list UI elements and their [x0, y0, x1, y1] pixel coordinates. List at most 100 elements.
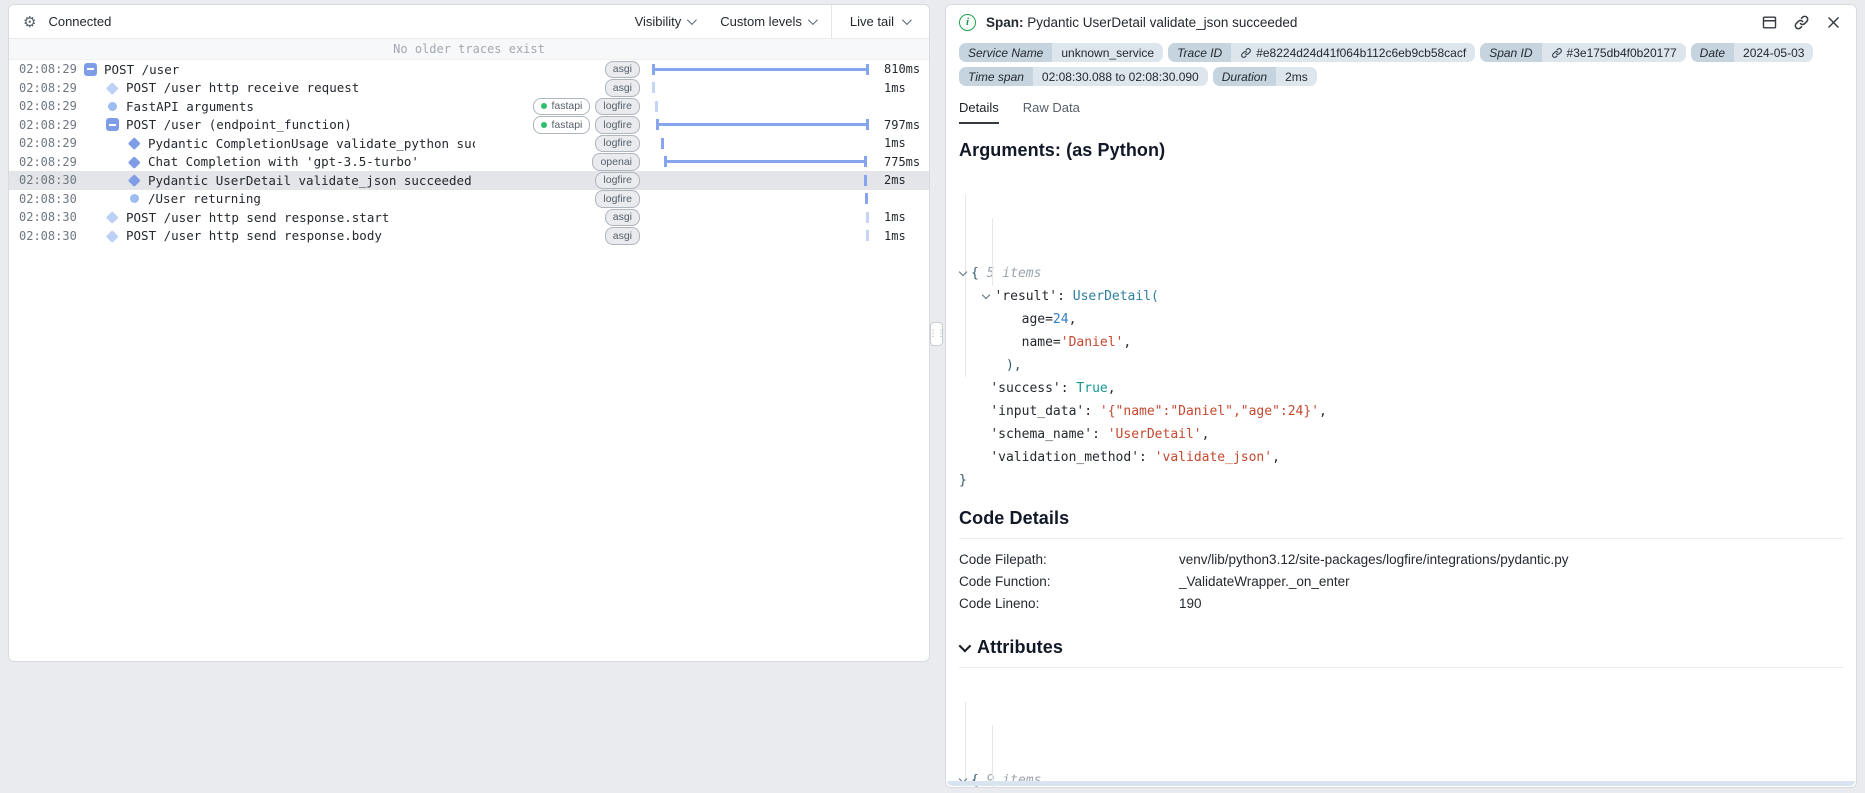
scope-badge: logfire [595, 171, 640, 189]
metadata-chip[interactable]: Time span 02:08:30.088 to 02:08:30.090 [959, 67, 1208, 86]
trace-timestamp: 02:08:29 [19, 136, 77, 151]
attributes-code-block: { 9 items "result": { 2 items "age": 24 … [958, 677, 1843, 787]
code-token: 5 items [986, 266, 1042, 281]
code-detail-row: Code Filepath: venv/lib/python3.12/site-p… [959, 549, 1843, 571]
diamond-glyph [127, 174, 141, 187]
custom-levels-dropdown[interactable]: Custom levels [720, 14, 818, 29]
duration-bar-track [647, 227, 875, 246]
metadata-chip[interactable]: Service Name unknown_service [959, 43, 1164, 62]
span-title-text: Pydantic UserDetail validate_json succee… [1027, 14, 1298, 30]
copy-link-icon[interactable] [1793, 14, 1810, 31]
code-details-table: Code Filepath: venv/lib/python3.12/site-p… [959, 549, 1843, 615]
collapse-chevron-icon[interactable] [982, 290, 991, 300]
scope-badge: asgi [604, 79, 640, 97]
code-token: , [1272, 450, 1280, 465]
trace-label: Pydantic UserDetail validate_json succee… [148, 172, 472, 188]
code-detail-label: Code Lineno: [959, 596, 1040, 611]
trace-row[interactable]: 02:08:30 POST /user http send response.st… [9, 208, 929, 227]
live-tail-dropdown[interactable]: Live tail [830, 5, 929, 39]
settings-gear-icon[interactable]: ⚙ [23, 13, 36, 31]
close-icon[interactable] [1825, 14, 1842, 31]
code-token: 'UserDetail' [1107, 427, 1202, 442]
trace-row[interactable]: 02:08:29 FastAPI arguments fastapi logfire [9, 97, 929, 116]
code-details-heading: Code Details [959, 508, 1070, 528]
trace-row[interactable]: 02:08:29 Pydantic CompletionUsage validat… [9, 134, 929, 153]
detail-tabs: Details Raw Data [959, 100, 1843, 124]
trace-row[interactable]: 02:08:29 POST /user asgi 810ms [9, 60, 929, 79]
trace-row[interactable]: 02:08:30 Pydantic UserDetail validate_jso… [9, 171, 929, 190]
duration-bar [656, 119, 870, 131]
code-token: , [1319, 404, 1327, 419]
code-token: : [1092, 427, 1108, 442]
code-token: age= [959, 312, 1053, 327]
metadata-chip[interactable]: Duration 2ms [1212, 67, 1317, 86]
trace-tree-cell: POST /user http receive request [77, 80, 475, 95]
metadata-chip[interactable]: Date 2024-05-03 [1690, 43, 1814, 62]
scope-badge: openai [592, 153, 640, 171]
collapse-toggle-icon[interactable] [83, 62, 97, 76]
chip-label: Span ID [1480, 43, 1542, 62]
code-token: 'Daniel' [1060, 335, 1124, 350]
attributes-heading: Attributes [977, 637, 1063, 657]
duration-bar [865, 230, 869, 242]
trace-row[interactable]: 02:08:29 Chat Completion with 'gpt-3.5-tu… [9, 153, 929, 172]
chip-value: unknown_service [1052, 43, 1164, 62]
code-token: , [1123, 335, 1132, 350]
trace-timestamp: 02:08:30 [19, 191, 77, 206]
span-diamond-icon [127, 136, 141, 150]
trace-label: POST /user (endpoint_function) [126, 117, 352, 133]
chip-label: Service Name [959, 43, 1053, 62]
collapse-toggle-icon[interactable] [105, 118, 119, 132]
duration-bar [863, 174, 867, 186]
scope-badge: asgi [604, 208, 640, 226]
horizontal-scrollbar[interactable] [947, 781, 1855, 786]
tab-details[interactable]: Details [959, 100, 999, 124]
trace-tree-cell: POST /user (endpoint_function) [77, 117, 475, 132]
code-line: { 5 items [958, 262, 1843, 285]
code-detail-label: Code Filepath: [959, 552, 1047, 567]
trace-badges: fastapi logfire [475, 116, 647, 134]
chip-value: 2024-05-03 [1734, 43, 1814, 62]
trace-badges: openai [475, 153, 647, 171]
span-diamond-icon [105, 81, 119, 95]
duration-bar-track [647, 208, 875, 227]
chip-value-text: 02:08:30.088 to 02:08:30.090 [1041, 69, 1199, 84]
trace-tree-cell: Chat Completion with 'gpt-3.5-turbo' [77, 154, 475, 169]
trace-label: Pydantic CompletionUsage validate_python… [148, 135, 475, 151]
trace-row[interactable]: 02:08:29 POST /user http receive request a… [9, 79, 929, 98]
trace-row[interactable]: 02:08:30 POST /user http send response.bo… [9, 227, 929, 246]
badge-label: logfire [603, 192, 632, 205]
scope-badge: fastapi [533, 116, 591, 134]
chip-value: #e8224d24d41f064b112c6eb9cb58cacf [1231, 43, 1476, 62]
badge-label: asgi [612, 81, 632, 94]
code-token: 'schema_name' [990, 427, 1093, 442]
trace-row[interactable]: 02:08:29 POST /user (endpoint_function) fa… [9, 116, 929, 135]
visibility-dropdown[interactable]: Visibility [635, 14, 698, 29]
code-token: 'validation_method' [990, 450, 1140, 465]
trace-timestamp: 02:08:29 [19, 80, 77, 95]
panel-resize-handle[interactable]: ⋮⋮ [929, 322, 946, 346]
code-detail-row: Code Lineno: 190 [959, 593, 1843, 615]
code-line: 'input_data': '{"name":"Daniel","age":24… [959, 400, 1843, 423]
chevron-down-icon [958, 639, 972, 653]
attributes-section-toggle[interactable]: Attributes [958, 637, 1843, 658]
chevron-down-icon [687, 15, 698, 26]
metadata-chip[interactable]: Trace ID #e8224d24d41f064b112c6eb9cb58cac… [1168, 43, 1476, 62]
chip-value: 02:08:30.088 to 02:08:30.090 [1032, 67, 1208, 86]
metadata-chip[interactable]: Span ID #3e175db4f0b20177 [1480, 43, 1686, 62]
dock-panel-icon[interactable] [1761, 14, 1778, 31]
trace-row[interactable]: 02:08:30/User returning logfire [9, 190, 929, 209]
code-line: ), [959, 354, 1843, 377]
trace-badges: fastapi logfire [475, 97, 647, 115]
code-token: UserDetail( [1072, 289, 1159, 304]
indent-guide [965, 195, 966, 377]
diamond-glyph [105, 211, 119, 224]
span-detail-header: i Span: Pydantic UserDetail validate_jso… [946, 5, 1856, 39]
tab-raw-data[interactable]: Raw Data [1023, 100, 1080, 124]
scope-badge: logfire [595, 190, 640, 208]
trace-badges: asgi [475, 227, 647, 245]
